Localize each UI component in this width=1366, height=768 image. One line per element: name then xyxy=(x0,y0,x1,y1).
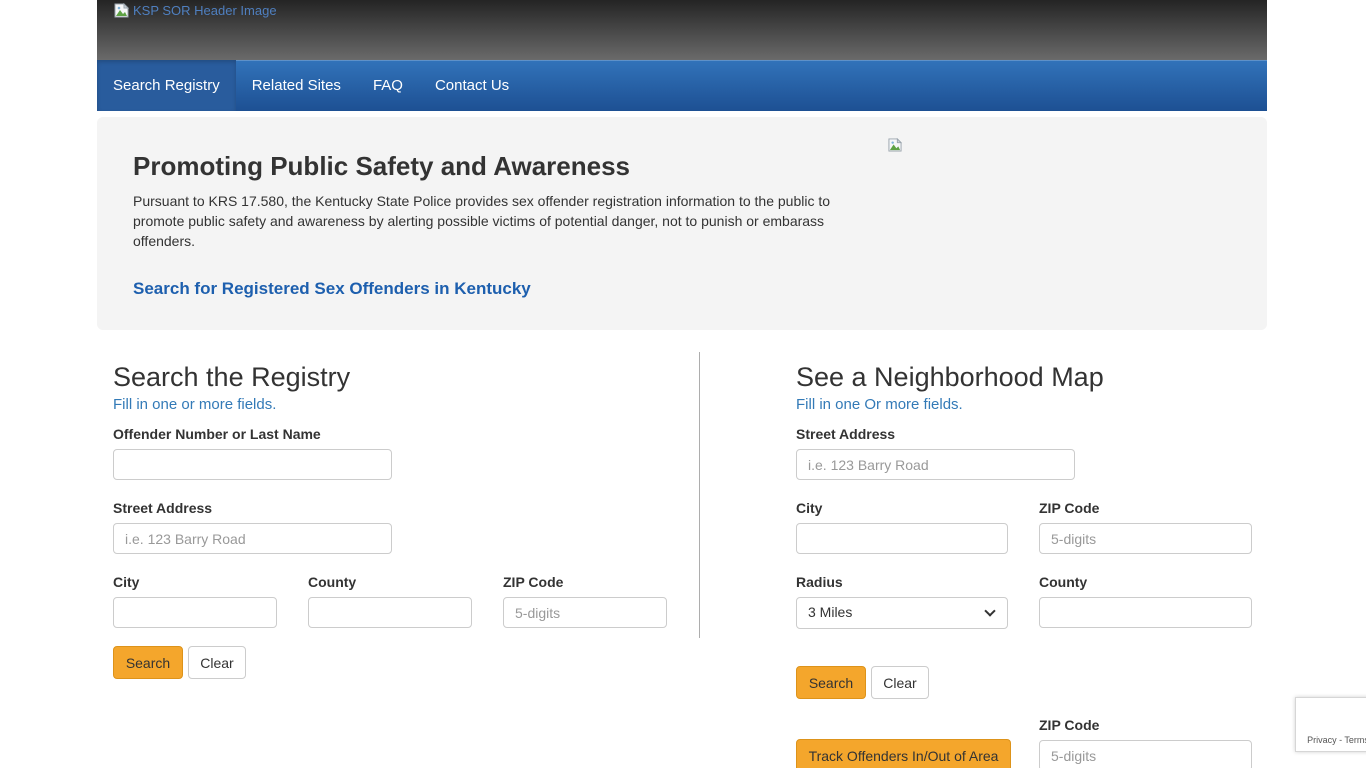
track-offenders-button[interactable]: Track Offenders In/Out of Area xyxy=(796,739,1011,768)
map-county-label: County xyxy=(1039,574,1087,590)
broken-image-icon xyxy=(888,138,902,157)
zip-code-input[interactable] xyxy=(503,597,667,628)
site-header: KSP SOR Header Image xyxy=(97,0,1267,60)
forms-section: Search the Registry Fill in one or more … xyxy=(97,352,1267,768)
hero-panel: Promoting Public Safety and Awareness Pu… xyxy=(97,117,1267,330)
city-label: City xyxy=(113,574,139,590)
broken-image-icon xyxy=(114,3,129,23)
recaptcha-badge[interactable]: Privacy - Terms xyxy=(1295,697,1366,752)
nav-item-related-sites[interactable]: Related Sites xyxy=(236,60,357,111)
radius-select[interactable]: 3 Miles xyxy=(796,597,1008,629)
registry-form-hint: Fill in one or more fields. xyxy=(113,396,276,413)
map-street-address-label: Street Address xyxy=(796,426,895,442)
registry-clear-button[interactable]: Clear xyxy=(188,646,246,679)
neighborhood-map-form: See a Neighborhood Map Fill in one Or mo… xyxy=(796,352,1266,768)
map-zip-code-label: ZIP Code xyxy=(1039,500,1099,516)
site-container: KSP SOR Header Image Search Registry Rel… xyxy=(97,0,1267,330)
zip-code-label: ZIP Code xyxy=(503,574,563,590)
track-zip-code-input[interactable] xyxy=(1039,740,1252,768)
offender-number-label: Offender Number or Last Name xyxy=(113,426,321,442)
map-form-hint: Fill in one Or more fields. xyxy=(796,396,963,413)
search-offenders-link[interactable]: Search for Registered Sex Offenders in K… xyxy=(133,279,531,299)
hero-title: Promoting Public Safety and Awareness xyxy=(133,151,630,182)
map-zip-code-input[interactable] xyxy=(1039,523,1252,554)
chevron-down-icon xyxy=(984,605,995,616)
page: KSP SOR Header Image Search Registry Rel… xyxy=(0,0,1366,768)
nav-item-contact-us[interactable]: Contact Us xyxy=(419,60,525,111)
county-input[interactable] xyxy=(308,597,472,628)
map-clear-button[interactable]: Clear xyxy=(871,666,929,699)
nav-item-search-registry[interactable]: Search Registry xyxy=(97,60,236,111)
radius-label: Radius xyxy=(796,574,843,590)
county-label: County xyxy=(308,574,356,590)
map-search-button[interactable]: Search xyxy=(796,666,866,699)
map-form-title: See a Neighborhood Map xyxy=(796,362,1104,393)
map-city-input[interactable] xyxy=(796,523,1008,554)
registry-search-button[interactable]: Search xyxy=(113,646,183,679)
header-image-alt-text: KSP SOR Header Image xyxy=(133,3,277,18)
city-input[interactable] xyxy=(113,597,277,628)
street-address-label: Street Address xyxy=(113,500,212,516)
header-logo-link[interactable]: KSP SOR Header Image xyxy=(114,3,277,23)
track-zip-code-label: ZIP Code xyxy=(1039,717,1099,733)
map-city-label: City xyxy=(796,500,822,516)
nav-item-faq[interactable]: FAQ xyxy=(357,60,419,111)
map-street-address-input[interactable] xyxy=(796,449,1075,480)
street-address-input[interactable] xyxy=(113,523,392,554)
column-divider xyxy=(699,352,700,638)
radius-selected-value: 3 Miles xyxy=(808,604,852,620)
map-county-input[interactable] xyxy=(1039,597,1252,628)
search-registry-form: Search the Registry Fill in one or more … xyxy=(113,352,673,692)
main-navigation: Search Registry Related Sites FAQ Contac… xyxy=(97,60,1267,111)
recaptcha-privacy-terms-links[interactable]: Privacy - Terms xyxy=(1296,735,1366,745)
hero-description: Pursuant to KRS 17.580, the Kentucky Sta… xyxy=(133,191,843,251)
registry-form-title: Search the Registry xyxy=(113,362,350,393)
offender-number-input[interactable] xyxy=(113,449,392,480)
